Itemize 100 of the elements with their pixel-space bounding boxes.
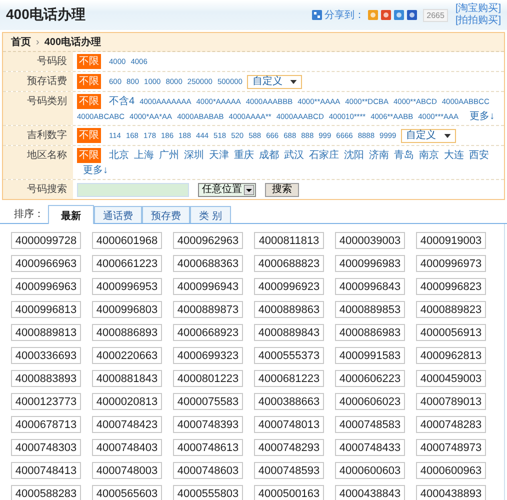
filter-option[interactable]: 武汉	[284, 149, 304, 162]
phone-number[interactable]: 4000748973	[416, 439, 486, 456]
phone-number[interactable]: 4000748583	[335, 416, 405, 433]
phone-number[interactable]: 4000020813	[92, 393, 162, 410]
phone-number[interactable]: 4000881843	[92, 370, 162, 387]
buy-link[interactable]: [淘宝购买]	[455, 3, 501, 15]
phone-number[interactable]: 4000996813	[11, 301, 81, 318]
breadcrumb-link[interactable]: 首页	[11, 35, 31, 49]
phone-number[interactable]: 4000996803	[92, 301, 162, 318]
phone-number[interactable]: 4000688363	[173, 255, 243, 272]
search-field[interactable]	[77, 182, 189, 196]
phone-number[interactable]: 4000388663	[254, 393, 324, 410]
phone-number[interactable]: 4000996843	[335, 278, 405, 295]
phone-number[interactable]: 4000678713	[11, 416, 81, 433]
phone-number[interactable]: 4000099728	[11, 232, 81, 249]
sort-tab[interactable]: 预存费	[142, 206, 190, 223]
share-site-icon[interactable]	[380, 10, 391, 20]
phone-number[interactable]: 4000748393	[173, 416, 243, 433]
sort-tab[interactable]: 最新	[48, 205, 94, 224]
position-select[interactable]: 任意位置	[198, 182, 256, 196]
filter-option[interactable]: 石家庄	[309, 149, 339, 162]
phone-number[interactable]: 4000789013	[416, 393, 486, 410]
phone-number[interactable]: 4000748613	[173, 439, 243, 456]
phone-number[interactable]: 4000075583	[173, 393, 243, 410]
phone-number[interactable]: 4000886983	[335, 324, 405, 341]
phone-number[interactable]: 4000600603	[335, 462, 405, 479]
phone-number[interactable]: 4000681223	[254, 370, 324, 387]
phone-number[interactable]: 4000688823	[254, 255, 324, 272]
phone-number[interactable]: 4000962963	[173, 232, 243, 249]
phone-number[interactable]: 4000565603	[92, 485, 162, 500]
phone-number[interactable]: 4000748423	[92, 416, 162, 433]
filter-option[interactable]: 青岛	[394, 149, 414, 162]
phone-number[interactable]: 4000889823	[416, 301, 486, 318]
phone-number[interactable]: 4000748413	[11, 462, 81, 479]
phone-number[interactable]: 4000748603	[173, 462, 243, 479]
filter-option[interactable]: 上海	[134, 149, 154, 162]
filter-option[interactable]: 南京	[419, 149, 439, 162]
phone-number[interactable]: 4000996943	[173, 278, 243, 295]
filter-option[interactable]: 北京	[109, 149, 129, 162]
phone-number[interactable]: 4000123773	[11, 393, 81, 410]
phone-number[interactable]: 4000886893	[92, 324, 162, 341]
phone-number[interactable]: 4000996953	[92, 278, 162, 295]
phone-number[interactable]: 4000962813	[416, 347, 486, 364]
phone-number[interactable]: 4000500163	[254, 485, 324, 500]
phone-number[interactable]: 4000748303	[11, 439, 81, 456]
phone-number[interactable]: 4000889863	[254, 301, 324, 318]
phone-number[interactable]: 4000668923	[173, 324, 243, 341]
more-link[interactable]: 更多↓	[470, 110, 495, 123]
filter-option[interactable]: 济南	[369, 149, 389, 162]
breadcrumb-link[interactable]: 400电话办理	[44, 35, 102, 49]
phone-number[interactable]: 4000699323	[173, 347, 243, 364]
search-button[interactable]: 搜索	[265, 182, 299, 196]
phone-number[interactable]: 4000889873	[173, 301, 243, 318]
phone-number[interactable]: 4000748593	[254, 462, 324, 479]
sort-tab[interactable]: 通话费	[94, 206, 142, 223]
phone-number[interactable]: 4000889813	[11, 324, 81, 341]
filter-option[interactable]: 广州	[159, 149, 179, 162]
phone-number[interactable]: 4000600963	[416, 462, 486, 479]
custom-dropdown[interactable]: 自定义	[247, 74, 302, 88]
filter-option[interactable]: 沈阳	[344, 149, 364, 162]
phone-number[interactable]: 4000748433	[335, 439, 405, 456]
phone-number[interactable]: 4000996923	[254, 278, 324, 295]
custom-dropdown[interactable]: 自定义	[401, 128, 456, 142]
phone-number[interactable]: 4000966963	[11, 255, 81, 272]
phone-number[interactable]: 4000996823	[416, 278, 486, 295]
phone-number[interactable]: 4000606223	[335, 370, 405, 387]
phone-number[interactable]: 4000748293	[254, 439, 324, 456]
phone-number[interactable]: 4000919003	[416, 232, 486, 249]
phone-number[interactable]: 4000588283	[11, 485, 81, 500]
phone-number[interactable]: 4000220663	[92, 347, 162, 364]
phone-number[interactable]: 4000748283	[416, 416, 486, 433]
phone-number[interactable]: 4000039003	[335, 232, 405, 249]
phone-number[interactable]: 4000748013	[254, 416, 324, 433]
phone-number[interactable]: 4000606023	[335, 393, 405, 410]
phone-number[interactable]: 4000801223	[173, 370, 243, 387]
phone-number[interactable]: 4000555373	[254, 347, 324, 364]
phone-number[interactable]: 4000996963	[11, 278, 81, 295]
filter-option[interactable]: 不含4	[109, 95, 135, 108]
phone-number[interactable]: 4000438893	[416, 485, 486, 500]
buy-link[interactable]: [拍拍购买]	[455, 15, 501, 27]
phone-number[interactable]: 4000996983	[335, 255, 405, 272]
more-link[interactable]: 更多↓	[83, 164, 108, 177]
phone-number[interactable]: 4000811813	[254, 232, 324, 249]
filter-option[interactable]: 大连	[444, 149, 464, 162]
phone-number[interactable]: 4000555803	[173, 485, 243, 500]
phone-number[interactable]: 4000996973	[416, 255, 486, 272]
filter-option[interactable]: 天津	[209, 149, 229, 162]
phone-number[interactable]: 4000601968	[92, 232, 162, 249]
phone-number[interactable]: 4000459003	[416, 370, 486, 387]
phone-number[interactable]: 4000438843	[335, 485, 405, 500]
share-icon[interactable]	[312, 10, 322, 20]
filter-option[interactable]: 深圳	[184, 149, 204, 162]
phone-number[interactable]: 4000748403	[92, 439, 162, 456]
phone-number[interactable]: 4000336693	[11, 347, 81, 364]
filter-option[interactable]: 西安	[469, 149, 489, 162]
sort-tab[interactable]: 类 别	[190, 206, 231, 223]
phone-number[interactable]: 4000661223	[92, 255, 162, 272]
phone-number[interactable]: 4000889843	[254, 324, 324, 341]
phone-number[interactable]: 4000748003	[92, 462, 162, 479]
filter-option[interactable]: 重庆	[234, 149, 254, 162]
